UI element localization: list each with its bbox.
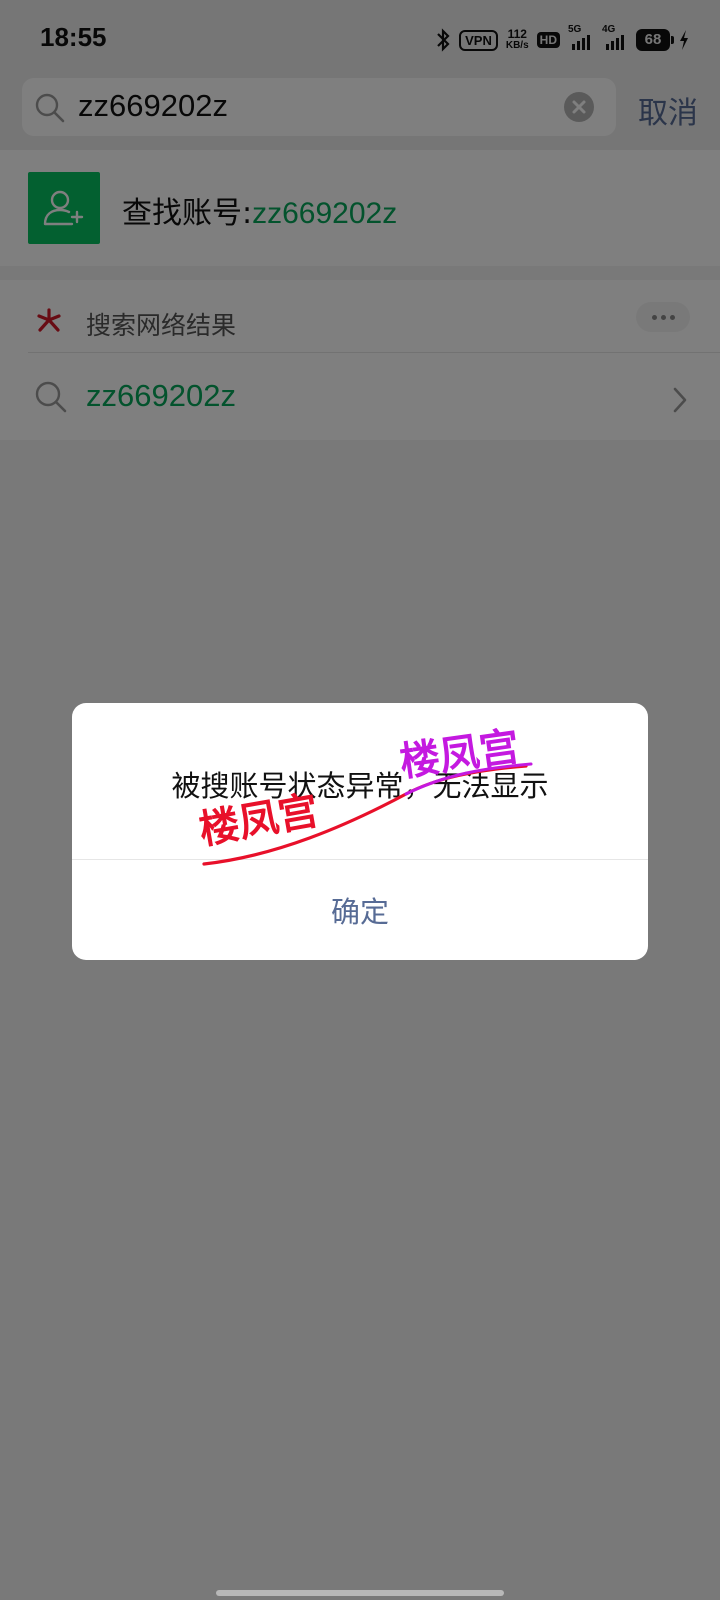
watermark-stamp: 楼凤宫 楼凤宫	[196, 724, 533, 866]
home-indicator[interactable]	[216, 1590, 504, 1596]
watermark-text-red: 楼凤宫	[196, 788, 322, 854]
watermark-text-purple: 楼凤宫	[397, 724, 522, 786]
confirm-button[interactable]: 确定	[72, 860, 648, 960]
